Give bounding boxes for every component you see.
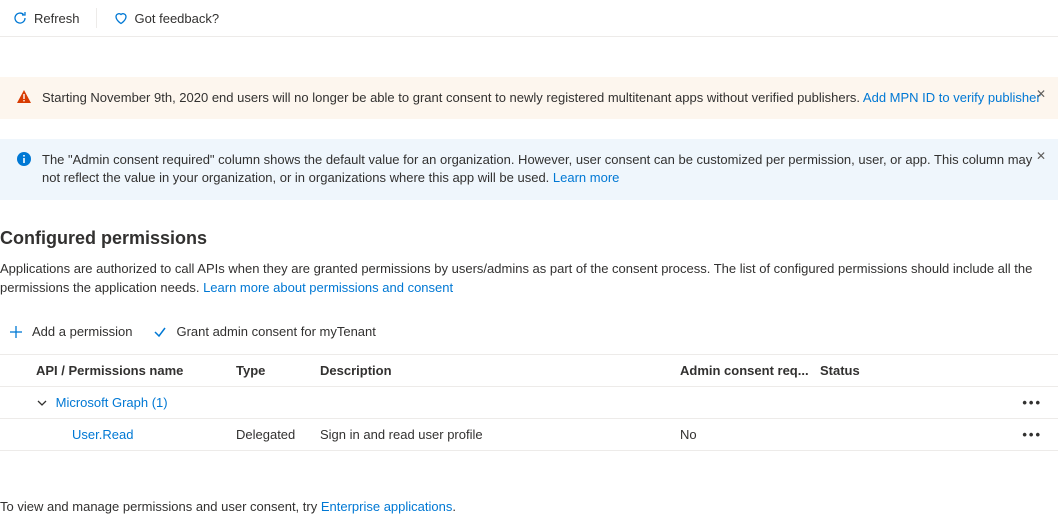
- info-icon: [16, 151, 32, 167]
- close-icon[interactable]: ✕: [1036, 149, 1046, 163]
- permission-admin-consent: No: [680, 427, 820, 442]
- warning-banner: Starting November 9th, 2020 end users wi…: [0, 77, 1058, 119]
- warning-icon: [16, 89, 32, 105]
- permissions-learn-more-link[interactable]: Learn more about permissions and consent: [203, 280, 453, 295]
- add-permission-button[interactable]: Add a permission: [8, 324, 132, 340]
- section-title: Configured permissions: [0, 228, 1058, 249]
- col-description: Description: [320, 363, 680, 378]
- enterprise-applications-link[interactable]: Enterprise applications: [321, 499, 453, 514]
- col-name: API / Permissions name: [36, 363, 236, 378]
- footer-text: To view and manage permissions and user …: [0, 499, 321, 514]
- toolbar: Refresh Got feedback?: [0, 0, 1058, 37]
- section-desc-text: Applications are authorized to call APIs…: [0, 261, 1032, 296]
- refresh-icon: [12, 10, 28, 26]
- col-admin-consent: Admin consent req...: [680, 363, 820, 378]
- permission-description: Sign in and read user profile: [320, 427, 680, 442]
- table-group-row[interactable]: Microsoft Graph (1) •••: [0, 386, 1058, 418]
- api-group-label[interactable]: Microsoft Graph (1): [56, 395, 168, 410]
- feedback-label: Got feedback?: [135, 11, 220, 26]
- info-learn-more-link[interactable]: Learn more: [553, 170, 619, 185]
- grant-consent-label: Grant admin consent for myTenant: [176, 324, 375, 339]
- table-row: User.Read Delegated Sign in and read use…: [0, 418, 1058, 451]
- permissions-table: API / Permissions name Type Description …: [0, 354, 1058, 451]
- info-banner: The "Admin consent required" column show…: [0, 139, 1058, 199]
- permission-name-link[interactable]: User.Read: [72, 427, 133, 442]
- configured-permissions-section: Configured permissions Applications are …: [0, 228, 1058, 516]
- chevron-down-icon: [36, 397, 48, 409]
- table-header-row: API / Permissions name Type Description …: [0, 354, 1058, 386]
- action-row: Add a permission Grant admin consent for…: [0, 318, 1058, 354]
- close-icon[interactable]: ✕: [1036, 87, 1046, 101]
- permission-type: Delegated: [236, 427, 320, 442]
- warning-text: Starting November 9th, 2020 end users wi…: [42, 90, 863, 105]
- checkmark-icon: [152, 324, 168, 340]
- info-text: The "Admin consent required" column show…: [42, 152, 1032, 185]
- footer-period: .: [452, 499, 456, 514]
- col-type: Type: [236, 363, 320, 378]
- refresh-label: Refresh: [34, 11, 80, 26]
- row-actions-button[interactable]: •••: [1018, 395, 1058, 410]
- plus-icon: [8, 324, 24, 340]
- refresh-button[interactable]: Refresh: [12, 10, 80, 26]
- add-permission-label: Add a permission: [32, 324, 132, 339]
- toolbar-divider: [96, 8, 97, 28]
- grant-consent-button[interactable]: Grant admin consent for myTenant: [152, 324, 375, 340]
- warning-link[interactable]: Add MPN ID to verify publisher: [863, 90, 1041, 105]
- heart-icon: [113, 10, 129, 26]
- row-actions-button[interactable]: •••: [1018, 427, 1058, 442]
- col-status: Status: [820, 363, 940, 378]
- feedback-button[interactable]: Got feedback?: [113, 10, 220, 26]
